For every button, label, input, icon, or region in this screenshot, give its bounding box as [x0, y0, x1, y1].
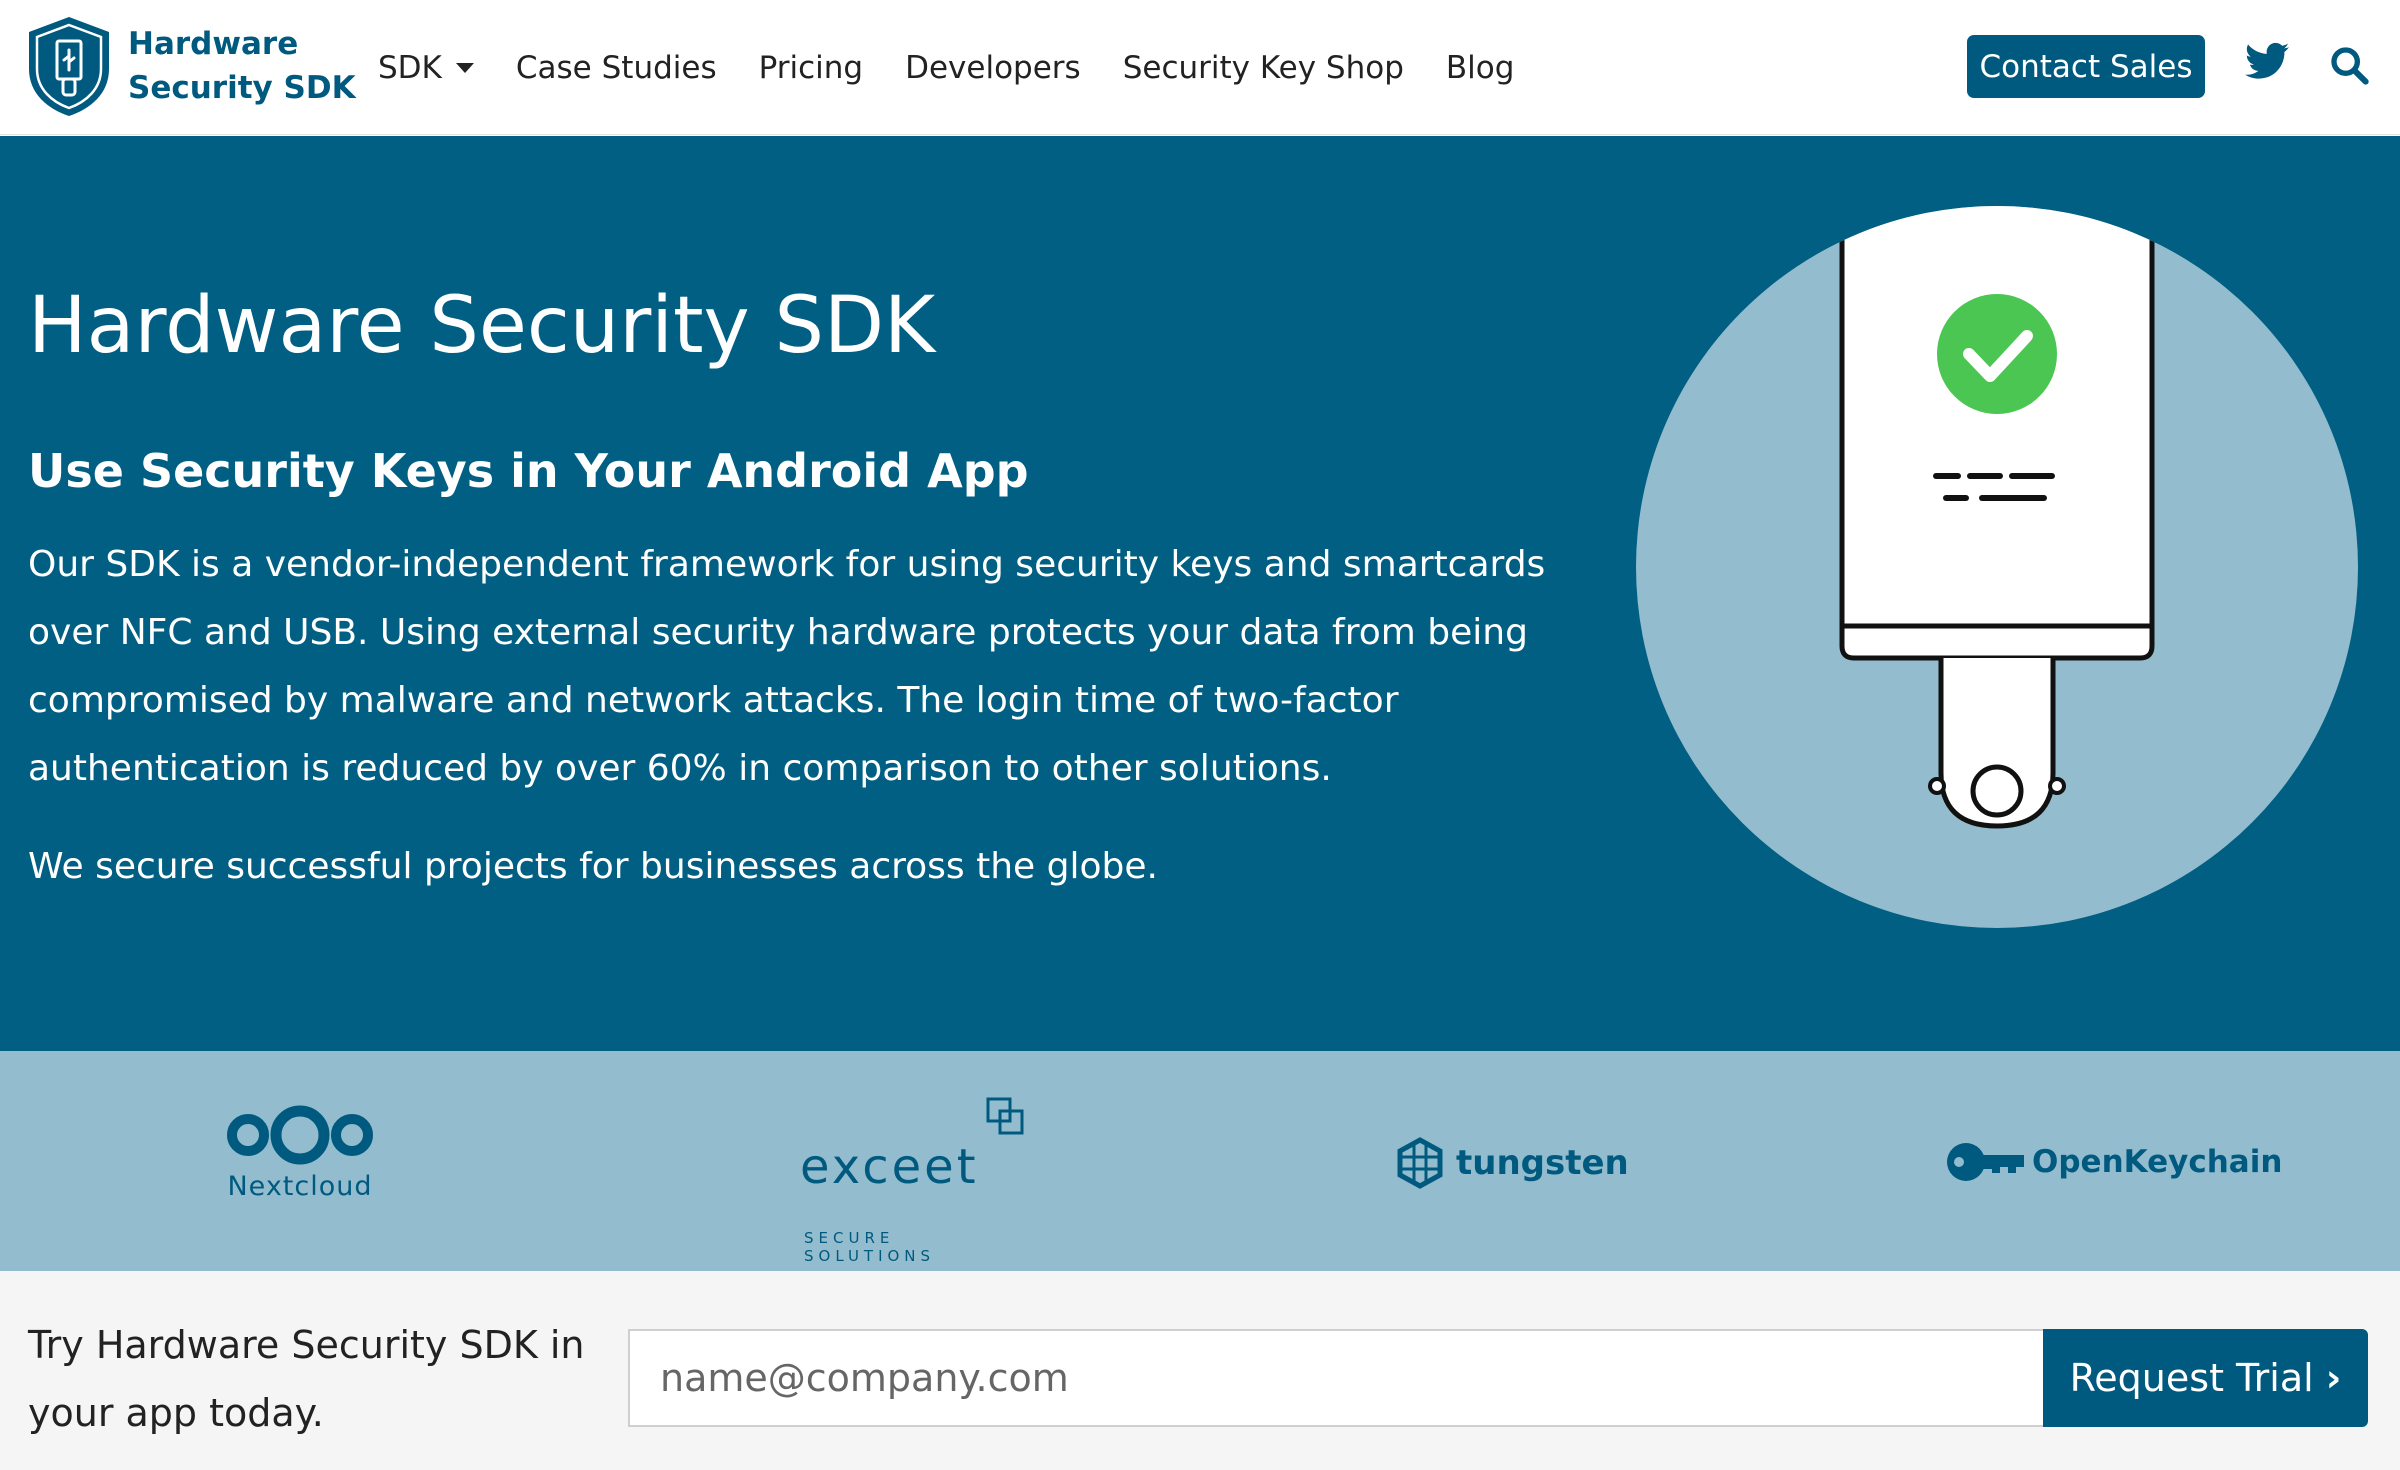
- nav-item-label: SDK: [378, 49, 442, 86]
- tungsten-cube-icon: [1397, 1137, 1443, 1189]
- cta-text: Try Hardware Security SDK in your app to…: [28, 1323, 585, 1435]
- shield-usb-icon: [29, 17, 109, 116]
- nav-item-sdk[interactable]: SDK: [378, 50, 474, 86]
- hero-subtitle: Use Security Keys in Your Android App: [28, 444, 1029, 498]
- nav-item-case-studies[interactable]: Case Studies: [516, 50, 717, 86]
- partner-logo-openkeychain: OpenKeychain: [1946, 1139, 2282, 1185]
- email-input[interactable]: [628, 1329, 2044, 1427]
- chevron-right-icon: ›: [2325, 1356, 2342, 1400]
- hero-tagline: We secure successful projects for busine…: [28, 846, 1158, 887]
- logo-text: Hardware Security SDK: [128, 22, 356, 110]
- nextcloud-logo-icon: [227, 1105, 373, 1165]
- nav-item-developers[interactable]: Developers: [905, 50, 1081, 86]
- partner-name: tungsten: [1456, 1143, 1629, 1183]
- nav-item-blog[interactable]: Blog: [1446, 50, 1515, 86]
- hero-section: Hardware Security SDK Use Security Keys …: [0, 136, 2400, 1051]
- partner-logos: Nextcloud exceet SECURE SOLUTIONS tungst…: [0, 1051, 2400, 1271]
- main-nav: SDK Case Studies Pricing Developers Secu…: [378, 0, 1556, 135]
- search-icon[interactable]: [2329, 45, 2369, 85]
- caret-down-icon: [455, 62, 474, 73]
- partner-logo-exceet: exceet SECURE SOLUTIONS: [800, 1097, 1030, 1265]
- partner-logo-tungsten: tungsten: [1396, 1137, 1629, 1189]
- site-logo[interactable]: Hardware Security SDK: [24, 14, 356, 118]
- contact-sales-button[interactable]: Contact Sales: [1967, 35, 2205, 98]
- partner-name: Nextcloud: [227, 1171, 373, 1202]
- logo-line-2: Security SDK: [128, 70, 356, 106]
- request-trial-button[interactable]: Request Trial ›: [2043, 1329, 2368, 1427]
- partner-name: OpenKeychain: [2032, 1144, 2283, 1180]
- partner-subtitle: SECURE SOLUTIONS: [804, 1229, 936, 1265]
- nav-item-security-key-shop[interactable]: Security Key Shop: [1123, 50, 1404, 86]
- security-key-checkmark-icon: [1636, 206, 2358, 928]
- trial-cta: Try Hardware Security SDK in your app to…: [0, 1271, 2400, 1470]
- twitter-icon[interactable]: [2245, 42, 2289, 80]
- hero-description: Our SDK is a vendor-independent framewor…: [28, 544, 1546, 789]
- key-icon: [1947, 1143, 2024, 1181]
- partner-name: exceet: [800, 1139, 979, 1195]
- site-header: Hardware Security SDK SDK Case Studies P…: [0, 0, 2400, 135]
- request-trial-label: Request Trial: [2069, 1356, 2314, 1400]
- hero-title: Hardware Security SDK: [28, 281, 936, 371]
- logo-line-1: Hardware: [128, 26, 299, 62]
- exceet-squares-icon: [986, 1097, 1024, 1135]
- partner-logo-nextcloud: Nextcloud: [220, 1103, 380, 1202]
- nav-item-pricing[interactable]: Pricing: [759, 50, 864, 86]
